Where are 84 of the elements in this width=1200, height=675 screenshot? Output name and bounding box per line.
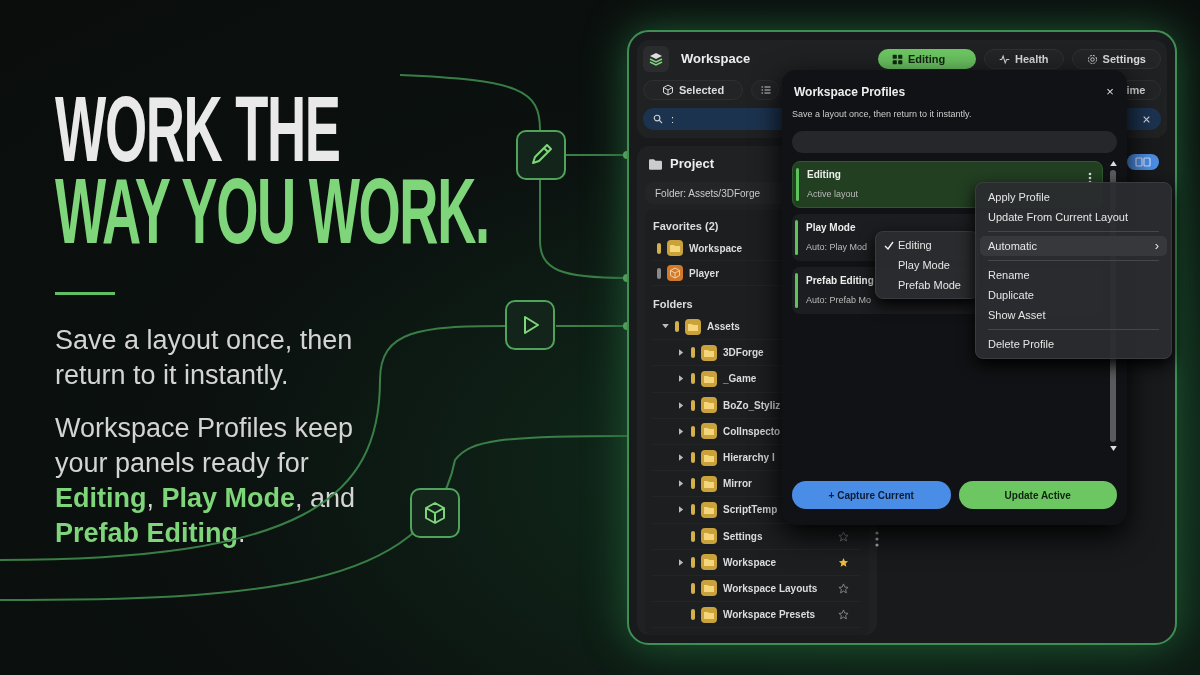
- menu-item[interactable]: Delete Profile: [980, 334, 1167, 354]
- window-title: Workspace: [681, 50, 751, 69]
- section-heading: Folders: [653, 296, 693, 312]
- star-icon[interactable]: [838, 530, 849, 542]
- marker: [657, 242, 661, 254]
- folder-icon: [701, 554, 717, 571]
- marker: [691, 373, 695, 385]
- menu-item[interactable]: Show Asset: [980, 305, 1167, 325]
- folder-icon: [701, 501, 717, 518]
- marker: [691, 347, 695, 359]
- clear-icon: [1142, 114, 1151, 124]
- cube-icon: [661, 84, 674, 96]
- folder-icon: [701, 606, 717, 623]
- folder-icon: [649, 158, 662, 170]
- tab[interactable]: Settings: [1071, 49, 1161, 69]
- profile-detail: Auto: Prefab Mo: [806, 294, 872, 308]
- folder-item[interactable]: Workspace Layouts: [653, 575, 861, 603]
- folder-icon: [701, 344, 717, 361]
- check-icon: [884, 240, 894, 250]
- layers-icon: [648, 51, 664, 67]
- action-button[interactable]: Update Active: [958, 481, 1117, 509]
- marker: [691, 399, 695, 411]
- tab[interactable]: Editing: [877, 49, 976, 69]
- folder-icon: [701, 449, 717, 466]
- action-button[interactable]: + Capture Current: [792, 481, 951, 509]
- toggle-button[interactable]: [1127, 154, 1159, 170]
- more-icon: [875, 531, 879, 547]
- folder-icon: [701, 475, 717, 492]
- marker: [691, 530, 695, 542]
- profile-detail: Active layout: [807, 188, 859, 202]
- toolbar-button[interactable]: Selected: [643, 80, 743, 100]
- marker: [691, 478, 695, 490]
- search-icon: [653, 114, 663, 124]
- tagline: Save a layout once, then return to it instantly.: [55, 324, 354, 392]
- profile-name: Play Mode: [806, 221, 856, 236]
- scroll-up-icon: [1109, 161, 1117, 166]
- folder-icon: [667, 240, 683, 256]
- folder-item[interactable]: Workspace Presets: [653, 602, 861, 629]
- star-icon[interactable]: [838, 609, 849, 621]
- folder-icon: [701, 528, 717, 545]
- folder-icon: [685, 318, 701, 335]
- folder-icon: [701, 580, 717, 597]
- dialog-title: Workspace Profiles: [794, 83, 906, 101]
- toolbar-button[interactable]: [751, 80, 779, 100]
- marker: [675, 321, 679, 333]
- tab[interactable]: Health: [983, 49, 1064, 69]
- marker: [691, 556, 695, 568]
- tagline: Workspace Profiles keep your panels ready for Editing, Play Mode, and Prefab Editing.: [55, 412, 357, 550]
- accent-bar: [795, 220, 798, 255]
- accent-rule: [55, 292, 115, 295]
- marker: [691, 582, 695, 594]
- marker: [691, 425, 695, 437]
- folder-item[interactable]: Workspace: [653, 549, 861, 576]
- marker: [691, 609, 695, 621]
- cube-icon: [667, 265, 683, 281]
- columns-icon: [1135, 157, 1151, 167]
- accent-bar: [796, 168, 799, 201]
- menu-item[interactable]: Duplicate: [980, 285, 1167, 305]
- star-icon[interactable]: [838, 556, 849, 568]
- star-icon[interactable]: [838, 582, 849, 594]
- profile-name: Editing: [807, 168, 841, 183]
- folder-icon: [701, 397, 717, 414]
- marker: [657, 267, 661, 279]
- scroll-down-icon: [1109, 446, 1117, 451]
- accent-bar: [795, 273, 798, 308]
- dialog-subtitle: Save a layout once, then return to it instantly.: [792, 107, 973, 121]
- menu-item[interactable]: Editing: [876, 235, 978, 255]
- folder-icon: [701, 423, 717, 440]
- marker: [691, 504, 695, 516]
- menu-item[interactable]: Prefab Mode: [876, 275, 978, 295]
- menu-item[interactable]: Automatic ›: [980, 236, 1167, 256]
- menu-item[interactable]: Update From Current Layout: [980, 207, 1167, 227]
- headline: WORK THE: [55, 88, 340, 170]
- panel-title: Project: [670, 155, 715, 174]
- section-heading: Favorites (2): [653, 218, 719, 234]
- marker: [691, 452, 695, 464]
- list-icon: [760, 84, 772, 96]
- headline: WAY YOU WORK.: [55, 170, 489, 252]
- pulse-icon: [998, 53, 1010, 65]
- menu-item[interactable]: Play Mode: [876, 255, 978, 275]
- settings-icon: [1086, 53, 1098, 65]
- folder-icon: [701, 370, 717, 387]
- grid-icon: [891, 53, 903, 65]
- menu-item[interactable]: Rename: [980, 265, 1167, 285]
